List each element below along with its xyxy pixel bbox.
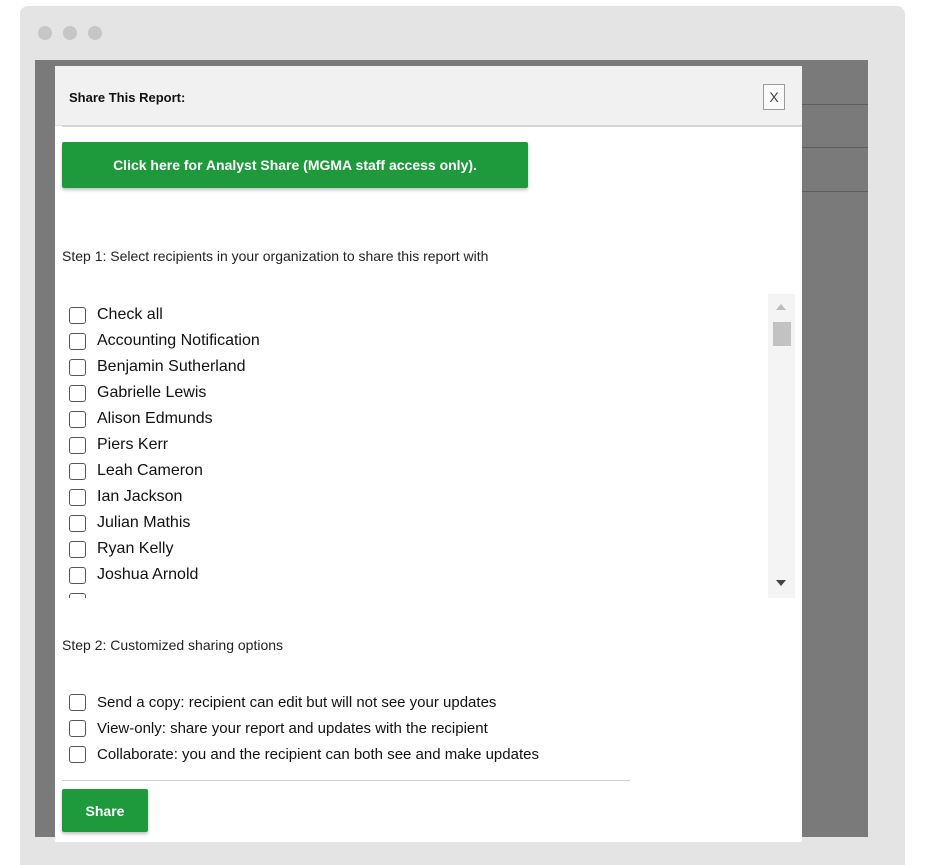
- checkbox[interactable]: [69, 719, 86, 737]
- option-label: Collaborate: you and the recipient can b…: [97, 745, 539, 763]
- checkbox[interactable]: [69, 462, 86, 480]
- recipient-label: Julian Mathis: [97, 514, 191, 531]
- recipient-item[interactable]: Ryan Kelly: [69, 536, 260, 562]
- share-button[interactable]: Share: [62, 789, 148, 832]
- chevron-down-icon[interactable]: [776, 580, 786, 586]
- recipient-item[interactable]: Benjamin Sutherland: [69, 354, 260, 380]
- option-collaborate[interactable]: Collaborate: you and the recipient can b…: [69, 741, 539, 767]
- recipient-label: Ian Jackson: [97, 488, 183, 505]
- option-label: Send a copy: recipient can edit but will…: [97, 693, 497, 711]
- checkbox[interactable]: [69, 384, 86, 402]
- recipient-label: Leah Cameron: [97, 462, 203, 479]
- checkbox[interactable]: [69, 436, 86, 454]
- recipient-check-all[interactable]: Check all: [69, 302, 260, 328]
- chevron-up-icon[interactable]: [776, 304, 786, 310]
- option-send-copy[interactable]: Send a copy: recipient can edit but will…: [69, 689, 539, 715]
- recipient-label: Ryan Kelly: [97, 540, 174, 557]
- checkbox[interactable]: [69, 332, 86, 350]
- checkbox[interactable]: [69, 488, 86, 506]
- recipient-item[interactable]: Gabrielle Lewis: [69, 380, 260, 406]
- window-dot-maximize[interactable]: [88, 26, 102, 40]
- checkbox[interactable]: [69, 693, 86, 711]
- recipient-item[interactable]: Julian Mathis: [69, 510, 260, 536]
- scrollbar-thumb[interactable]: [773, 322, 791, 346]
- recipients-list-box[interactable]: Check all Accounting Notification Benjam…: [55, 294, 795, 598]
- checkbox[interactable]: [69, 410, 86, 428]
- recipient-item[interactable]: Piers Kerr: [69, 432, 260, 458]
- recipient-item[interactable]: Joshua Arnold: [69, 562, 260, 588]
- header-divider: [62, 125, 802, 127]
- recipient-label: Check all: [97, 306, 163, 323]
- share-report-modal: Share This Report: X Click here for Anal…: [55, 66, 802, 842]
- close-icon: X: [769, 89, 779, 105]
- recipient-label: Alison Edmunds: [97, 410, 213, 427]
- recipient-item[interactable]: Ian Jackson: [69, 484, 260, 510]
- recipient-item[interactable]: Leah Cameron: [69, 458, 260, 484]
- checkbox[interactable]: [69, 306, 86, 324]
- recipient-label: Joshua Arnold: [97, 566, 199, 583]
- modal-header: Share This Report: X: [55, 66, 802, 126]
- step1-label: Step 1: Select recipients in your organi…: [62, 248, 489, 264]
- recipient-label: Benjamin Sutherland: [97, 358, 246, 375]
- analyst-share-button[interactable]: Click here for Analyst Share (MGMA staff…: [62, 142, 528, 188]
- sharing-options: Send a copy: recipient can edit but will…: [69, 689, 539, 767]
- window-controls: [38, 26, 102, 40]
- step2-label: Step 2: Customized sharing options: [62, 637, 284, 653]
- recipient-label: Accounting Notification: [97, 332, 260, 349]
- recipient-list: Check all Accounting Notification Benjam…: [69, 302, 260, 598]
- close-button[interactable]: X: [763, 84, 785, 110]
- checkbox[interactable]: [69, 745, 86, 763]
- footer-divider: [62, 780, 630, 781]
- option-view-only[interactable]: View-only: share your report and updates…: [69, 715, 539, 741]
- checkbox[interactable]: [69, 592, 86, 598]
- checkbox[interactable]: [69, 358, 86, 376]
- recipient-label: Gabrielle Lewis: [97, 384, 207, 401]
- window-dot-minimize[interactable]: [63, 26, 77, 40]
- modal-title: Share This Report:: [69, 90, 186, 105]
- window-dot-close[interactable]: [38, 26, 52, 40]
- recipient-item[interactable]: Accounting Notification: [69, 328, 260, 354]
- recipient-item[interactable]: Alison Edmunds: [69, 406, 260, 432]
- checkbox[interactable]: [69, 514, 86, 532]
- recipient-item-partial[interactable]: [69, 588, 260, 598]
- recipient-label: Piers Kerr: [97, 436, 169, 453]
- option-label: View-only: share your report and updates…: [97, 719, 488, 737]
- checkbox[interactable]: [69, 540, 86, 558]
- checkbox[interactable]: [69, 566, 86, 584]
- recipient-list-scrollbar[interactable]: [768, 294, 795, 598]
